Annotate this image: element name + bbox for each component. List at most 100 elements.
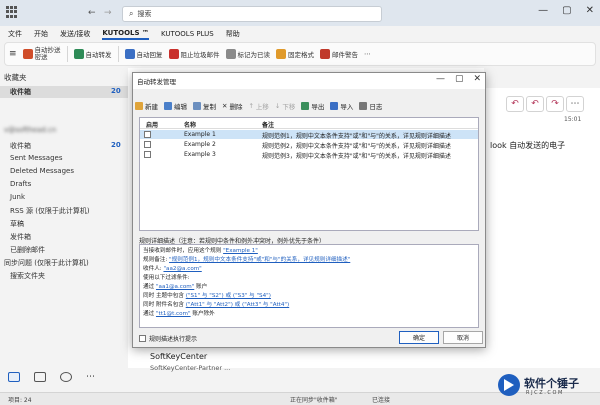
auto-reply-button[interactable]: 自动回复	[124, 49, 163, 59]
rule-description-box: 当接收到邮件时，应用这个规则 "Example 1" 规则备注: "规则范例1，…	[139, 244, 479, 328]
folder-deleted-messages[interactable]: Deleted Messages	[10, 167, 74, 175]
tab-kutools[interactable]: KUTOOLS ™	[102, 29, 149, 40]
rule-name-link[interactable]: "Example 1"	[223, 248, 258, 254]
folder-sync-issues[interactable]: 同步问题 (仅限于此计算机)	[4, 258, 89, 268]
account-link[interactable]: "aa1@a.com"	[156, 284, 194, 290]
folder-drafts[interactable]: Drafts	[10, 180, 31, 188]
ribbon-more-icon[interactable]: ⋯	[364, 50, 371, 58]
column-enable[interactable]: 启用	[146, 120, 158, 129]
folder-rss[interactable]: RSS 源 (仅限于此计算机)	[10, 206, 90, 216]
block-icon	[168, 49, 179, 59]
mark-read-button[interactable]: 标记为已读	[225, 49, 270, 59]
down-arrow-icon: ↓	[274, 102, 281, 110]
folder-deleted-cn[interactable]: 已删除邮件	[10, 245, 45, 255]
block-junk-button[interactable]: 阻止垃圾邮件	[168, 49, 220, 59]
reply-icon[interactable]: ↶	[506, 96, 524, 112]
rules-table: 启用 名称 备注 Example 1 规则范例1，规则中文本条件支持"或"和"与…	[139, 117, 479, 231]
search-box[interactable]: ⌕ 搜索	[122, 6, 382, 22]
log-button[interactable]: 日志	[359, 101, 382, 111]
reading-pane: ↶ ↶ ↷ ⋯ 15:01 look 自动发送的电子	[484, 88, 600, 368]
back-icon[interactable]: ←	[88, 8, 96, 18]
folder-junk[interactable]: Junk	[10, 193, 25, 201]
move-down-button[interactable]: ↓ 下移	[275, 101, 295, 111]
delete-rule-button[interactable]: ✕ 删除	[222, 101, 242, 111]
ribbon-menu-icon[interactable]: ≡	[9, 49, 17, 59]
edit-rule-button[interactable]: 编辑	[164, 101, 187, 111]
tab-home[interactable]: 开始	[34, 29, 48, 39]
fixed-format-button[interactable]: 固定格式	[276, 49, 314, 59]
table-row[interactable]: Example 3 规则范例3，规则中文本条件支持"或"和"与"的关系，详见规则…	[140, 150, 478, 160]
tab-send-receive[interactable]: 发送/接收	[60, 29, 90, 39]
folder-sent-messages[interactable]: Sent Messages	[10, 154, 62, 162]
title-bar: ← → ⌕ 搜索 — ▢ ✕	[0, 0, 600, 26]
column-note[interactable]: 备注	[262, 120, 274, 129]
new-rule-button[interactable]: 新建	[135, 101, 158, 111]
forward-icon[interactable]: →	[104, 8, 112, 18]
rule-note-link[interactable]: "规则范例1，规则中文本条件支持"或"和"与"的关系，详见规则详细描述"	[169, 257, 350, 263]
search-placeholder: 搜索	[137, 10, 152, 18]
export-button[interactable]: 导出	[301, 101, 324, 111]
close-icon[interactable]: ✕	[586, 5, 594, 16]
calendar-icon[interactable]	[34, 372, 46, 382]
favorites-header[interactable]: 收藏夹	[4, 72, 27, 83]
watermark-title: 软件个锤子	[524, 377, 579, 390]
cancel-button[interactable]: 取消	[443, 331, 483, 344]
import-icon	[330, 102, 339, 110]
minimize-icon[interactable]: —	[538, 5, 548, 16]
copy-rule-button[interactable]: 复制	[193, 101, 216, 111]
forward-mail-icon	[73, 49, 84, 59]
message-time: 15:01	[564, 116, 582, 123]
folder-drafts-cn[interactable]: 草稿	[10, 219, 24, 229]
tab-help[interactable]: 帮助	[226, 29, 240, 39]
people-icon[interactable]	[60, 372, 72, 382]
folder-outbox[interactable]: 发件箱	[10, 232, 31, 242]
auto-forward-button[interactable]: 自动转发	[73, 49, 112, 59]
table-row[interactable]: Example 1 规则范例1，规则中文本条件支持"或"和"与"的关系，详见规则…	[140, 130, 478, 140]
rule-enable-checkbox[interactable]	[144, 131, 151, 138]
column-name[interactable]: 名称	[184, 120, 196, 129]
inbox-count: 20	[111, 141, 121, 149]
maximize-icon[interactable]: ▢	[562, 5, 571, 16]
mail-item-sender[interactable]: SoftKeyCenter	[150, 352, 207, 361]
auto-forward-dialog: 自动转发管理 — ▢ ✕ 新建 编辑 复制 ✕ 删除 ↑ 上移 ↓ 下移 导出 导入 …	[132, 72, 486, 348]
cc-icon	[22, 49, 33, 59]
move-up-button[interactable]: ↑ 上移	[248, 101, 268, 111]
tab-file[interactable]: 文件	[8, 29, 22, 39]
show-description-option[interactable]: 规则描述执行提示	[139, 334, 197, 343]
watermark-subtitle: R J C Z . C O M	[526, 390, 563, 396]
more-actions-icon[interactable]: ⋯	[566, 96, 584, 112]
import-button[interactable]: 导入	[330, 101, 353, 111]
recipient-link[interactable]: "aa2@a.com"	[163, 266, 201, 272]
app-launcher-icon[interactable]	[6, 6, 18, 18]
exception-account-link[interactable]: "tt1@t.com"	[156, 311, 191, 317]
reply-all-icon[interactable]: ↶	[526, 96, 544, 112]
mail-item-preview: SoftKeyCenter-Partner ...	[150, 364, 231, 372]
auto-cc-bcc-button[interactable]: 自动抄送 密送	[22, 47, 61, 61]
dialog-close-icon[interactable]: ✕	[473, 74, 481, 84]
table-row[interactable]: Example 2 规则范例2，规则中文本条件支持"或"和"与"的关系，详见规则…	[140, 140, 478, 150]
more-apps-icon[interactable]: ⋯	[86, 372, 95, 382]
log-icon	[359, 102, 368, 110]
mail-icon[interactable]	[8, 372, 20, 382]
dialog-maximize-icon[interactable]: ▢	[455, 74, 464, 84]
attachment-condition-link[interactable]: ("Att1" 与 "Att2") 或 ("Att3" 与 "Att4")	[186, 302, 289, 308]
ribbon-tabs: 文件 开始 发送/接收 KUTOOLS ™ KUTOOLS PLUS 帮助	[0, 26, 600, 42]
mail-alert-button[interactable]: 邮件警告	[320, 49, 358, 59]
show-description-checkbox[interactable]	[139, 335, 146, 342]
folder-search[interactable]: 搜索文件夹	[10, 271, 45, 281]
watermark: 软件个锤子 R J C Z . C O M	[498, 372, 596, 402]
favorite-inbox[interactable]: 收件箱	[10, 87, 31, 97]
module-switcher: ⋯	[8, 372, 95, 382]
ok-button[interactable]: 确定	[399, 331, 439, 344]
export-icon	[301, 102, 310, 110]
rule-enable-checkbox[interactable]	[144, 151, 151, 158]
rule-enable-checkbox[interactable]	[144, 141, 151, 148]
dialog-minimize-icon[interactable]: —	[436, 74, 445, 84]
folder-inbox[interactable]: 收件箱	[10, 141, 31, 151]
subject-condition-link[interactable]: ("S1" 与 "S2") 或 ("S3" 与 "S4")	[186, 293, 271, 299]
account-name[interactable]: v@softhead.cn	[4, 126, 56, 134]
tab-kutools-plus[interactable]: KUTOOLS PLUS	[161, 30, 214, 38]
forward-icon[interactable]: ↷	[546, 96, 564, 112]
watermark-logo-icon	[498, 374, 520, 396]
dialog-toolbar: 新建 编辑 复制 ✕ 删除 ↑ 上移 ↓ 下移 导出 导入 日志	[135, 99, 483, 113]
